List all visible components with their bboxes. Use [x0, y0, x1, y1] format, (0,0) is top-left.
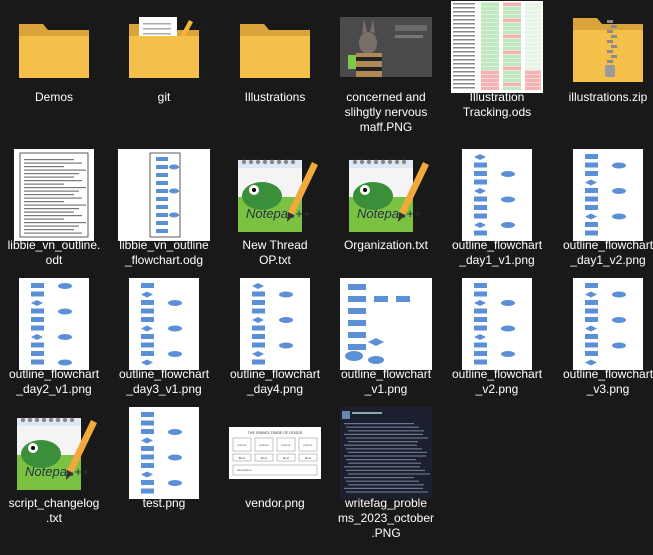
folder-icon	[4, 2, 104, 92]
file-name: libbie_vn_outline. odt	[7, 238, 101, 267]
spreadsheet-thumbnail	[447, 1, 547, 93]
zip-archive-icon	[558, 2, 653, 92]
file-name: Illustration Tracking.ods	[462, 90, 532, 119]
file-name: outline_flowchart _day4.png	[229, 367, 321, 396]
file-name: test.png	[142, 496, 186, 510]
file-name: outline_flowchart _v1.png	[340, 367, 432, 396]
file-name: writefag_proble ms_2023_october .PNG	[337, 496, 435, 540]
file-item[interactable]: concerned and slihgtly nervous maff.PNG	[332, 0, 440, 140]
file-item[interactable]: outline_flowchart _v3.png	[554, 277, 653, 417]
file-item[interactable]: Notepad++ script_changelog .txt	[0, 406, 108, 546]
svg-text:THE GRAVEL TRADE OF GOODS: THE GRAVEL TRADE OF GOODS	[248, 431, 303, 435]
svg-text:picture: picture	[281, 443, 290, 447]
document-thumbnail	[4, 149, 104, 241]
svg-text:Notepad++: Notepad++	[25, 464, 90, 479]
file-item[interactable]: Notepad++ New Thread OP.txt	[221, 148, 329, 288]
file-name: Demos	[34, 90, 73, 104]
file-item[interactable]: libbie_vn_outline _flowchart.odg	[110, 148, 218, 288]
file-item[interactable]: Notepad++ Organization.txt	[332, 148, 440, 288]
file-item[interactable]: illustrations.zip	[554, 0, 653, 140]
file-name: libbie_vn_outline _flowchart.odg	[119, 238, 209, 267]
file-item[interactable]: outline_flowchart _day2_v1.png	[0, 277, 108, 417]
file-name: outline_flowchart _v3.png	[562, 367, 653, 396]
image-thumbnail	[336, 2, 436, 92]
svg-text:Notepad++: Notepad++	[246, 206, 311, 221]
file-item[interactable]: outline_flowchart _day1_v1.png	[443, 148, 551, 288]
drawing-thumbnail	[114, 149, 214, 241]
image-thumbnail	[114, 407, 214, 499]
file-name: Organization.txt	[343, 238, 429, 252]
file-item[interactable]: writefag_proble ms_2023_october .PNG	[332, 406, 440, 546]
file-item[interactable]: Illustration Tracking.ods	[443, 0, 551, 140]
file-item[interactable]: THE GRAVEL TRADE OF GOODS picture $lost …	[221, 406, 329, 546]
file-name: script_changelog .txt	[8, 496, 100, 525]
text-file-icon: Notepad++	[225, 150, 325, 240]
file-name: vendor.png	[245, 496, 305, 510]
file-item[interactable]: Demos	[0, 0, 108, 140]
text-file-icon: Notepad++	[4, 408, 104, 498]
file-grid: Demos git Illustrations concerned and sl…	[0, 0, 653, 555]
svg-text:$lost: $lost	[283, 456, 290, 460]
image-thumbnail	[558, 278, 653, 370]
image-thumbnail	[4, 278, 104, 370]
svg-text:$lost: $lost	[261, 456, 268, 460]
file-name: illustrations.zip	[568, 90, 648, 104]
text-file-icon: Notepad++	[336, 150, 436, 240]
file-item[interactable]: outline_flowchart _day4.png	[221, 277, 329, 417]
file-item[interactable]: libbie_vn_outline. odt	[0, 148, 108, 288]
svg-text:$lost: $lost	[239, 456, 246, 460]
svg-text:picture: picture	[303, 443, 312, 447]
file-name: git	[157, 90, 171, 104]
image-thumbnail	[447, 149, 547, 241]
file-name: outline_flowchart _day2_v1.png	[8, 367, 100, 396]
file-name: outline_flowchart _day3_v1.png	[118, 367, 210, 396]
file-name: New Thread OP.txt	[242, 238, 308, 267]
file-item[interactable]: outline_flowchart _day1_v2.png	[554, 148, 653, 288]
file-item[interactable]: git	[110, 0, 218, 140]
image-thumbnail	[447, 278, 547, 370]
file-item[interactable]: outline_flowchart _day3_v1.png	[110, 277, 218, 417]
image-thumbnail: THE GRAVEL TRADE OF GOODS picture $lost …	[225, 408, 325, 498]
svg-text:picture: picture	[259, 443, 268, 447]
folder-icon	[114, 2, 214, 92]
image-thumbnail	[225, 278, 325, 370]
svg-text:Notepad++: Notepad++	[357, 206, 422, 221]
file-name: outline_flowchart _day1_v2.png	[562, 238, 653, 267]
svg-text:picture: picture	[237, 443, 246, 447]
file-name: Illustrations	[244, 90, 306, 104]
file-item[interactable]: Illustrations	[221, 0, 329, 140]
file-item[interactable]: outline_flowchart _v1.png	[332, 277, 440, 417]
svg-text:$lost: $lost	[305, 456, 312, 460]
svg-text:description: description	[237, 468, 252, 472]
file-name: concerned and slihgtly nervous maff.PNG	[344, 90, 428, 134]
image-thumbnail	[114, 278, 214, 370]
folder-icon	[225, 2, 325, 92]
file-item[interactable]: test.png	[110, 406, 218, 546]
file-name: outline_flowchart _v2.png	[451, 367, 543, 396]
image-thumbnail	[336, 407, 436, 499]
image-thumbnail	[336, 278, 436, 370]
image-thumbnail	[558, 149, 653, 241]
file-name: outline_flowchart _day1_v1.png	[451, 238, 543, 267]
file-item[interactable]: outline_flowchart _v2.png	[443, 277, 551, 417]
